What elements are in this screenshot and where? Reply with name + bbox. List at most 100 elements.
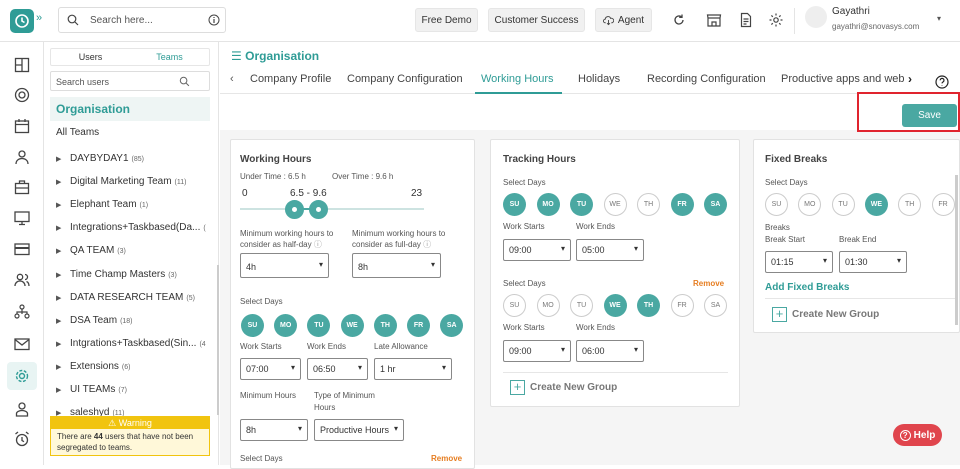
activity-icon[interactable] — [13, 86, 31, 104]
break-start-select[interactable]: 01:15 ▾ — [765, 251, 833, 273]
card-icon[interactable] — [13, 240, 31, 258]
person-badge-icon[interactable] — [13, 400, 31, 418]
th-remove-link[interactable]: Remove — [693, 279, 724, 288]
all-teams[interactable]: All Teams — [56, 127, 99, 138]
day-toggle[interactable]: MO — [536, 294, 560, 317]
expand-arrow-icon[interactable]: ▶ — [56, 340, 70, 348]
day-toggle[interactable]: SU — [503, 294, 526, 317]
expand-arrow-icon[interactable]: ▶ — [56, 178, 70, 186]
chevron-down-icon[interactable]: ▾ — [937, 14, 941, 23]
team-item[interactable]: ▶ Time Champ Masters (3) — [56, 269, 177, 280]
user-icon[interactable] — [13, 148, 31, 166]
store-icon[interactable] — [706, 12, 722, 28]
expand-arrow-icon[interactable]: ▶ — [56, 155, 70, 163]
team-item[interactable]: ▶ Intgrations+Taskbased(Sin... (4 — [56, 338, 206, 349]
alarm-clock-icon[interactable] — [13, 430, 31, 448]
tabs-next-icon[interactable]: › — [908, 72, 912, 86]
tab-2[interactable]: Working Hours — [481, 73, 554, 85]
tabs-prev-icon[interactable]: ‹ — [230, 73, 234, 85]
dashboard-icon[interactable] — [13, 56, 31, 74]
global-search[interactable]: Search here... — [58, 7, 226, 33]
info-icon[interactable] — [208, 14, 220, 26]
wh-start-select[interactable]: 07:00 ▾ — [240, 358, 301, 380]
mail-icon[interactable] — [13, 335, 31, 353]
day-toggle[interactable]: WE — [603, 193, 627, 216]
settings-icon[interactable] — [7, 362, 37, 390]
fb-create-group-link[interactable]: Create New Group — [792, 309, 879, 320]
expand-arrow-icon[interactable]: ▶ — [56, 247, 70, 255]
expand-arrow-icon[interactable]: ▶ — [56, 201, 70, 209]
user-menu[interactable]: Gayathri gayathri@snovasys.com ▾ — [805, 4, 955, 38]
users-icon[interactable] — [13, 271, 31, 289]
menu-icon[interactable]: ☰ — [231, 49, 242, 63]
expand-arrow-icon[interactable]: ▶ — [56, 317, 70, 325]
calendar-icon[interactable] — [13, 117, 31, 135]
team-item[interactable]: ▶ DATA RESEARCH TEAM (5) — [56, 292, 195, 303]
slider-handle-max[interactable] — [308, 200, 328, 219]
team-item[interactable]: ▶ Integrations+Taskbased(Da...( — [56, 222, 206, 233]
tab-4[interactable]: Recording Configuration — [647, 73, 766, 85]
org-chart-icon[interactable] — [13, 303, 31, 321]
tab-1[interactable]: Company Configuration — [347, 73, 463, 85]
settings-gear-icon[interactable] — [768, 12, 784, 28]
day-toggle[interactable]: FR — [931, 193, 955, 216]
expand-arrow-icon[interactable]: ▶ — [56, 271, 70, 279]
team-item[interactable]: ▶ DSA Team (18) — [56, 315, 133, 326]
team-item[interactable]: ▶ Elephant Team (1) — [56, 199, 148, 210]
briefcase-icon[interactable] — [13, 178, 31, 196]
plus-icon[interactable]: + — [772, 307, 787, 322]
free-demo-button[interactable]: Free Demo — [415, 8, 478, 32]
tab-3[interactable]: Holidays — [578, 73, 620, 85]
minimum-hours-select[interactable]: 8h ▾ — [240, 419, 308, 441]
team-item[interactable]: ▶ Digital Marketing Team (11) — [56, 176, 186, 187]
day-toggle[interactable]: TU — [570, 294, 593, 317]
expand-arrow-icon[interactable]: ▶ — [56, 294, 70, 302]
th-g1-end-select[interactable]: 05:00 ▾ — [576, 239, 644, 261]
help-button[interactable]: ? Help — [893, 424, 942, 446]
day-toggle[interactable]: FR — [670, 294, 694, 317]
wh-remove-link[interactable]: Remove — [431, 454, 462, 463]
tab-teams[interactable]: Teams — [130, 49, 209, 65]
add-fixed-breaks-link[interactable]: Add Fixed Breaks — [765, 282, 849, 293]
plus-icon[interactable]: + — [510, 380, 525, 395]
day-toggle[interactable]: TU — [570, 193, 593, 216]
day-toggle[interactable]: WE — [603, 294, 627, 317]
day-toggle[interactable]: TH — [637, 294, 660, 317]
late-allowance-select[interactable]: 1 hr ▾ — [374, 358, 452, 380]
team-item[interactable]: ▶ UI TEAMs (7) — [56, 384, 127, 395]
team-item[interactable]: ▶ Extensions (6) — [56, 361, 130, 372]
tab-0[interactable]: Company Profile — [250, 73, 331, 85]
break-end-select[interactable]: 01:30 ▾ — [839, 251, 907, 273]
day-toggle[interactable]: SU — [765, 193, 788, 216]
day-toggle[interactable]: FR — [407, 314, 430, 337]
day-toggle[interactable]: TH — [637, 193, 660, 216]
search-users-input[interactable]: Search users — [50, 71, 210, 91]
expand-arrow-icon[interactable]: ▶ — [56, 386, 70, 394]
day-toggle[interactable]: SU — [503, 193, 526, 216]
app-logo[interactable] — [10, 9, 34, 33]
org-node[interactable]: Organisation — [50, 97, 210, 121]
team-item[interactable]: ▶ DAYBYDAY1 (85) — [56, 153, 144, 164]
team-item[interactable]: ▶ QA TEAM (3) — [56, 245, 126, 256]
day-toggle[interactable]: TU — [831, 193, 855, 216]
save-button[interactable]: Save — [902, 104, 957, 127]
expand-arrow-icon[interactable]: ▶ — [56, 224, 70, 232]
day-toggle[interactable]: WE — [340, 314, 364, 337]
th-g2-start-select[interactable]: 09:00 ▾ — [503, 340, 571, 362]
day-toggle[interactable]: TH — [373, 314, 397, 337]
main-scrollbar[interactable] — [955, 175, 958, 325]
th-g2-end-select[interactable]: 06:00 ▾ — [576, 340, 644, 362]
th-g1-start-select[interactable]: 09:00 ▾ — [503, 239, 571, 261]
day-toggle[interactable]: SA — [704, 193, 727, 216]
type-min-hours-select[interactable]: Productive Hours ▾ — [314, 419, 404, 441]
help-circle-icon[interactable] — [935, 75, 949, 89]
slider-handle-min[interactable] — [284, 200, 304, 219]
monitor-icon[interactable] — [13, 209, 31, 227]
expand-arrow-icon[interactable]: ▶ — [56, 363, 70, 371]
refresh-icon[interactable] — [671, 12, 687, 28]
day-toggle[interactable]: SA — [704, 294, 727, 317]
half-day-select[interactable]: 4h ▾ — [240, 253, 329, 278]
tab-users[interactable]: Users — [51, 49, 130, 65]
expand-sidebar-icon[interactable]: » — [36, 12, 42, 24]
customer-success-button[interactable]: Customer Success — [488, 8, 585, 32]
